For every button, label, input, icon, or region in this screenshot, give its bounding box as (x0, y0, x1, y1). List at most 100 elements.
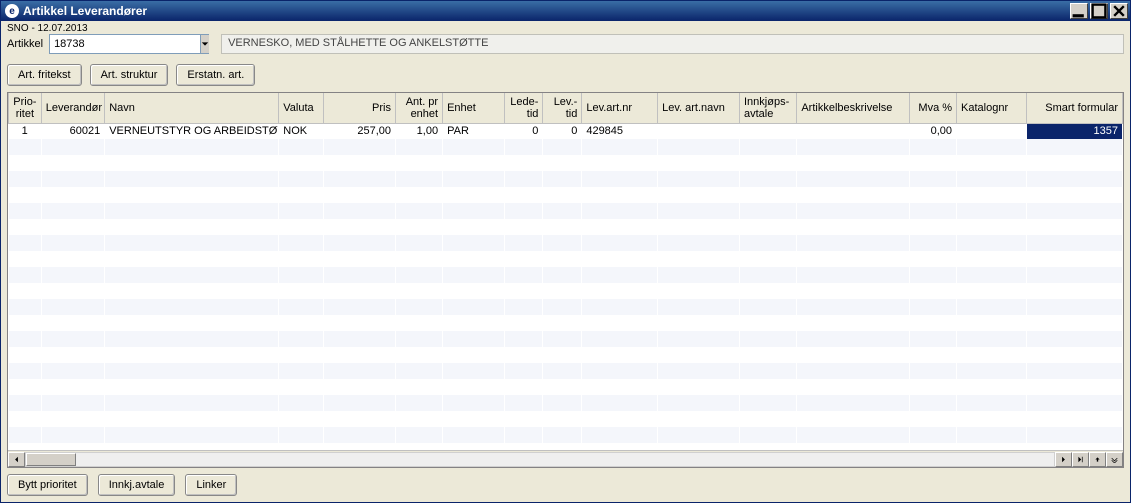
cell-ledetid (504, 347, 543, 363)
cell-navn (105, 363, 279, 379)
col-levtid[interactable]: Lev.-tid (543, 93, 582, 123)
cell-pris (324, 379, 396, 395)
erstatn-art-button[interactable]: Erstatn. art. (176, 64, 255, 86)
cell-smart[interactable]: 1357 (1026, 123, 1122, 139)
scroll-left-button[interactable] (8, 452, 25, 467)
col-katalognr[interactable]: Katalognr (957, 93, 1027, 123)
artikkel-description: VERNESKO, MED STÅLHETTE OG ANKELSTØTTE (221, 34, 1124, 54)
cell-artbesk[interactable] (797, 123, 910, 139)
cell-smart (1026, 379, 1122, 395)
maximize-button[interactable] (1090, 3, 1108, 19)
cell-pris (324, 315, 396, 331)
col-enhet[interactable]: Enhet (443, 93, 504, 123)
col-mva[interactable]: Mva % (909, 93, 956, 123)
data-grid[interactable]: Prio-ritetLeverandørNavnValutaPrisAnt. p… (8, 93, 1123, 450)
col-artbesk[interactable]: Artikkelbeskrivelse (797, 93, 910, 123)
cell-levartnr (582, 347, 658, 363)
cell-antpr (396, 395, 443, 411)
cell-navn (105, 187, 279, 203)
cell-levartnavn (658, 203, 740, 219)
cell-prioritet (9, 155, 42, 171)
cell-navn (105, 299, 279, 315)
expand-up-icon[interactable] (1089, 452, 1106, 467)
scroll-corner (1072, 452, 1123, 467)
close-button[interactable] (1110, 3, 1128, 19)
cell-pris (324, 427, 396, 443)
minimize-button[interactable] (1070, 3, 1088, 19)
cell-leverandor (41, 155, 104, 171)
art-struktur-button[interactable]: Art. struktur (90, 64, 169, 86)
scroll-thumb[interactable] (26, 453, 76, 466)
artikkel-input[interactable] (50, 35, 200, 53)
cell-ledetid (504, 203, 543, 219)
cell-levartnr[interactable]: 429845 (582, 123, 658, 139)
empty-row (9, 411, 1123, 427)
empty-row (9, 155, 1123, 171)
cell-antpr (396, 187, 443, 203)
col-levartnr[interactable]: Lev.art.nr (582, 93, 658, 123)
grid-container: Prio-ritetLeverandørNavnValutaPrisAnt. p… (7, 92, 1124, 468)
expand-down-icon[interactable] (1106, 452, 1123, 467)
cell-leverandor[interactable]: 60021 (41, 123, 104, 139)
cell-levartnr (582, 299, 658, 315)
innkj-avtale-button[interactable]: Innkj.avtale (98, 474, 176, 496)
art-fritekst-button[interactable]: Art. fritekst (7, 64, 82, 86)
col-valuta[interactable]: Valuta (279, 93, 324, 123)
table-row[interactable]: 160021VERNEUTSTYR OG ARBEIDSTØY ANOK257,… (9, 123, 1123, 139)
scroll-track[interactable] (25, 452, 1055, 467)
cell-prioritet[interactable]: 1 (9, 123, 42, 139)
cell-levartnavn (658, 267, 740, 283)
cell-innkjop (740, 155, 797, 171)
col-levartnavn[interactable]: Lev. art.navn (658, 93, 740, 123)
cell-innkjop (740, 363, 797, 379)
cell-innkjop[interactable] (740, 123, 797, 139)
empty-row (9, 395, 1123, 411)
cell-valuta[interactable]: NOK (279, 123, 324, 139)
cell-innkjop (740, 347, 797, 363)
cell-prioritet (9, 283, 42, 299)
cell-artbesk (797, 155, 910, 171)
bytt-prioritet-button[interactable]: Bytt prioritet (7, 474, 88, 496)
chevron-down-icon[interactable] (200, 35, 209, 53)
cell-katalognr (957, 315, 1027, 331)
cell-pris[interactable]: 257,00 (324, 123, 396, 139)
cell-enhet (443, 219, 504, 235)
cell-enhet[interactable]: PAR (443, 123, 504, 139)
cell-levartnavn (658, 331, 740, 347)
cell-prioritet (9, 187, 42, 203)
artikkel-combo[interactable] (49, 34, 209, 54)
col-ledetid[interactable]: Lede-tid (504, 93, 543, 123)
cell-ledetid[interactable]: 0 (504, 123, 543, 139)
cell-valuta (279, 379, 324, 395)
col-smart[interactable]: Smart formular (1026, 93, 1122, 123)
cell-pris (324, 347, 396, 363)
col-navn[interactable]: Navn (105, 93, 279, 123)
scroll-end-button[interactable] (1072, 452, 1089, 467)
col-innkjop[interactable]: Innkjøps-avtale (740, 93, 797, 123)
cell-mva[interactable]: 0,00 (909, 123, 956, 139)
cell-valuta (279, 411, 324, 427)
horizontal-scrollbar[interactable] (8, 450, 1123, 467)
linker-button[interactable]: Linker (185, 474, 237, 496)
cell-navn (105, 267, 279, 283)
col-pris[interactable]: Pris (324, 93, 396, 123)
cell-katalognr[interactable] (957, 123, 1027, 139)
cell-levartnavn (658, 235, 740, 251)
col-antpr[interactable]: Ant. prenhet (396, 93, 443, 123)
cell-navn[interactable]: VERNEUTSTYR OG ARBEIDSTØY A (105, 123, 279, 139)
scroll-right-button[interactable] (1055, 452, 1072, 467)
cell-levtid[interactable]: 0 (543, 123, 582, 139)
cell-levartnavn[interactable] (658, 123, 740, 139)
cell-ledetid (504, 139, 543, 155)
col-prioritet[interactable]: Prio-ritet (9, 93, 42, 123)
cell-mva (909, 299, 956, 315)
col-leverandor[interactable]: Leverandør (41, 93, 104, 123)
cell-smart (1026, 411, 1122, 427)
cell-smart (1026, 299, 1122, 315)
cell-valuta (279, 171, 324, 187)
cell-antpr (396, 235, 443, 251)
cell-levtid (543, 203, 582, 219)
artikkel-label: Artikkel (7, 38, 43, 50)
cell-antpr[interactable]: 1,00 (396, 123, 443, 139)
cell-valuta (279, 299, 324, 315)
